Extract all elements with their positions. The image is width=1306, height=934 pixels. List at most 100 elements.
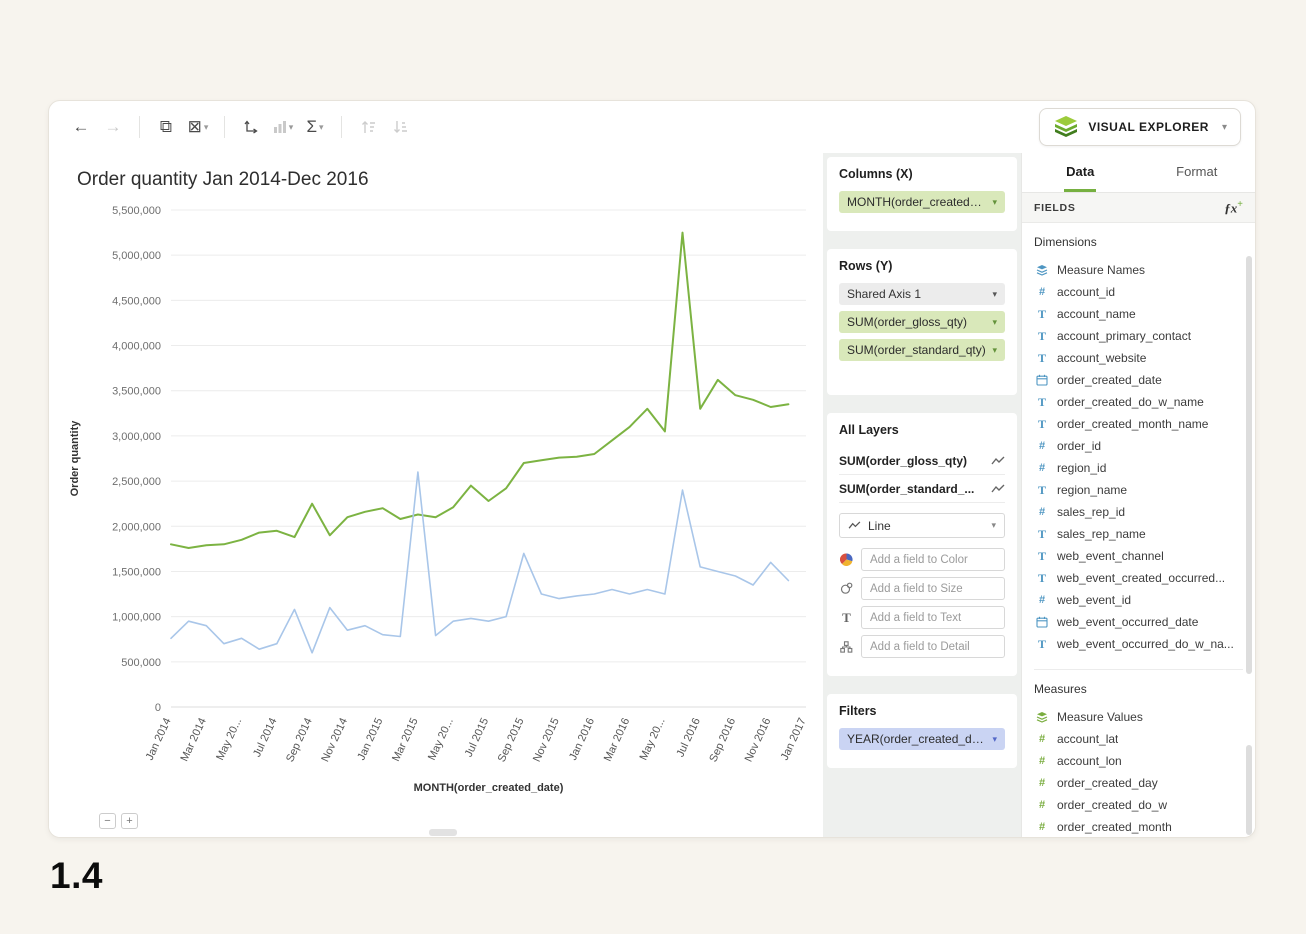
field-label: Measure Names [1057,263,1145,277]
field-item[interactable]: # order_created_do_w [1034,794,1243,816]
field-item[interactable]: #web_event_id [1034,589,1243,611]
fields-list: Dimensions Measure Names#account_idTacco… [1022,223,1255,837]
detail-field-input[interactable] [861,635,1005,658]
field-item[interactable]: #account_lat [1034,728,1243,750]
field-item[interactable]: Torder_created_month_name [1034,413,1243,435]
color-field-input[interactable] [861,548,1005,571]
back-button[interactable]: ← [65,112,97,142]
svg-text:May 20...: May 20... [638,716,668,762]
rows-pill-sum-order-gloss-qty[interactable]: SUM(order_gloss_qty) ▾ [839,311,1005,333]
toolbar-divider [341,116,342,138]
duplicate-button[interactable]: ⧉ [150,112,182,142]
add-calculated-field-button[interactable]: ƒx+ [1224,199,1243,216]
field-item[interactable]: Measure Names [1034,259,1243,281]
text-encoding-row: T [839,606,1005,629]
svg-text:1,500,000: 1,500,000 [112,566,161,578]
field-item[interactable]: Measure Values [1034,706,1243,728]
clear-icon: ⊠ [188,117,202,137]
field-item[interactable]: Tweb_event_created_occurred... [1034,567,1243,589]
visual-explorer-logo-icon [1053,116,1079,138]
number-type-icon: # [1034,777,1050,789]
field-item[interactable]: #account_lon [1034,750,1243,772]
forward-button[interactable]: → [97,112,129,142]
mark-type-select[interactable]: Line ▾ [839,513,1005,538]
rows-shelf-title: Rows (Y) [839,259,1005,273]
filter-pill-year-order-created-date[interactable]: YEAR(order_created_date) ▾ [839,728,1005,750]
layer-item-gloss[interactable]: SUM(order_gloss_qty) [839,447,1005,475]
tab-data[interactable]: Data [1022,153,1139,192]
fit-axes-button[interactable]: ▾ [267,112,299,142]
zoom-in-button[interactable]: + [121,813,138,829]
layer-label: SUM(order_standard_... [839,482,974,496]
text-type-icon: T [1034,329,1050,344]
swap-axes-button[interactable] [235,112,267,142]
text-field-input[interactable] [861,606,1005,629]
sort-ascending-button[interactable] [352,112,384,142]
color-icon [839,553,854,566]
field-item[interactable]: #account_id [1034,281,1243,303]
tab-format[interactable]: Format [1139,153,1256,192]
measure-values-icon [1034,711,1050,723]
field-item[interactable]: #region_id [1034,457,1243,479]
caret-down-icon: ▾ [319,122,324,133]
field-item[interactable]: #order_created_month [1034,816,1243,837]
field-label: account_id [1057,285,1115,299]
field-item[interactable]: Taccount_website [1034,347,1243,369]
app-body: Order quantity Jan 2014-Dec 2016 0500,00… [49,153,1255,837]
field-item[interactable]: order_created_date [1034,369,1243,391]
field-label: web_event_id [1057,593,1131,607]
toolbar-divider [224,116,225,138]
toolbar: ← → ⧉ ⊠ ▾ ▾ Σ ▾ [49,101,1255,153]
shelves-pane: Columns (X) MONTH(order_created_d... ▾ R… [823,153,1021,837]
field-item[interactable]: #sales_rep_id [1034,501,1243,523]
field-item[interactable]: Tweb_event_channel [1034,545,1243,567]
shared-axis-selector[interactable]: Shared Axis 1 ▾ [839,283,1005,305]
svg-text:Nov 2016: Nov 2016 [743,716,774,764]
date-type-icon [1034,374,1050,386]
field-item[interactable]: Taccount_name [1034,303,1243,325]
number-type-icon: # [1034,799,1050,811]
field-item[interactable]: #order_id [1034,435,1243,457]
field-label: order_created_month [1057,820,1172,834]
columns-pill-month-order-created-date[interactable]: MONTH(order_created_d... ▾ [839,191,1005,213]
pane-resize-handle[interactable] [429,829,457,836]
visual-explorer-button[interactable]: VISUAL EXPLORER ▾ [1039,108,1241,146]
field-label: order_created_do_w_name [1057,395,1204,409]
svg-text:Sep 2015: Sep 2015 [496,716,527,764]
zoom-out-button[interactable]: − [99,813,116,829]
svg-text:Sep 2016: Sep 2016 [707,716,738,764]
layer-item-standard[interactable]: SUM(order_standard_... [839,475,1005,503]
caret-down-icon: ▾ [992,317,997,328]
scrollbar-thumb[interactable] [1246,745,1252,835]
text-type-icon: T [1034,417,1050,432]
clear-button[interactable]: ⊠ ▾ [182,112,214,142]
aggregate-button[interactable]: Σ ▾ [299,112,331,142]
layers-shelf: All Layers SUM(order_gloss_qty) SUM(orde… [827,413,1017,676]
rows-shelf-drop-area[interactable] [839,367,1005,383]
field-label: Measure Values [1057,710,1143,724]
detail-encoding-row [839,635,1005,658]
scrollbar-thumb[interactable] [1246,256,1252,674]
sort-descending-button[interactable] [384,112,416,142]
field-item[interactable]: Tsales_rep_name [1034,523,1243,545]
field-item[interactable]: Tweb_event_occurred_do_w_na... [1034,633,1243,655]
caret-down-icon: ▾ [992,289,997,300]
caret-down-icon: ▾ [992,197,997,208]
sort-ascending-icon [361,120,376,134]
size-field-input[interactable] [861,577,1005,600]
field-item[interactable]: Tregion_name [1034,479,1243,501]
field-label: region_id [1057,461,1106,475]
svg-text:Jan 2015: Jan 2015 [355,716,385,762]
svg-text:Mar 2014: Mar 2014 [178,716,209,763]
svg-text:Sep 2014: Sep 2014 [284,716,315,764]
field-label: order_created_do_w [1057,798,1167,812]
number-type-icon: # [1034,755,1050,767]
field-item[interactable]: #order_created_day [1034,772,1243,794]
field-item[interactable]: Torder_created_do_w_name [1034,391,1243,413]
text-type-icon: T [1034,637,1050,652]
line-chart[interactable]: 0500,0001,000,0001,500,0002,000,0002,500… [65,199,821,799]
field-item[interactable]: web_event_occurred_date [1034,611,1243,633]
sigma-icon: Σ [306,117,317,137]
field-item[interactable]: Taccount_primary_contact [1034,325,1243,347]
rows-pill-sum-order-standard-qty[interactable]: SUM(order_standard_qty) ▾ [839,339,1005,361]
